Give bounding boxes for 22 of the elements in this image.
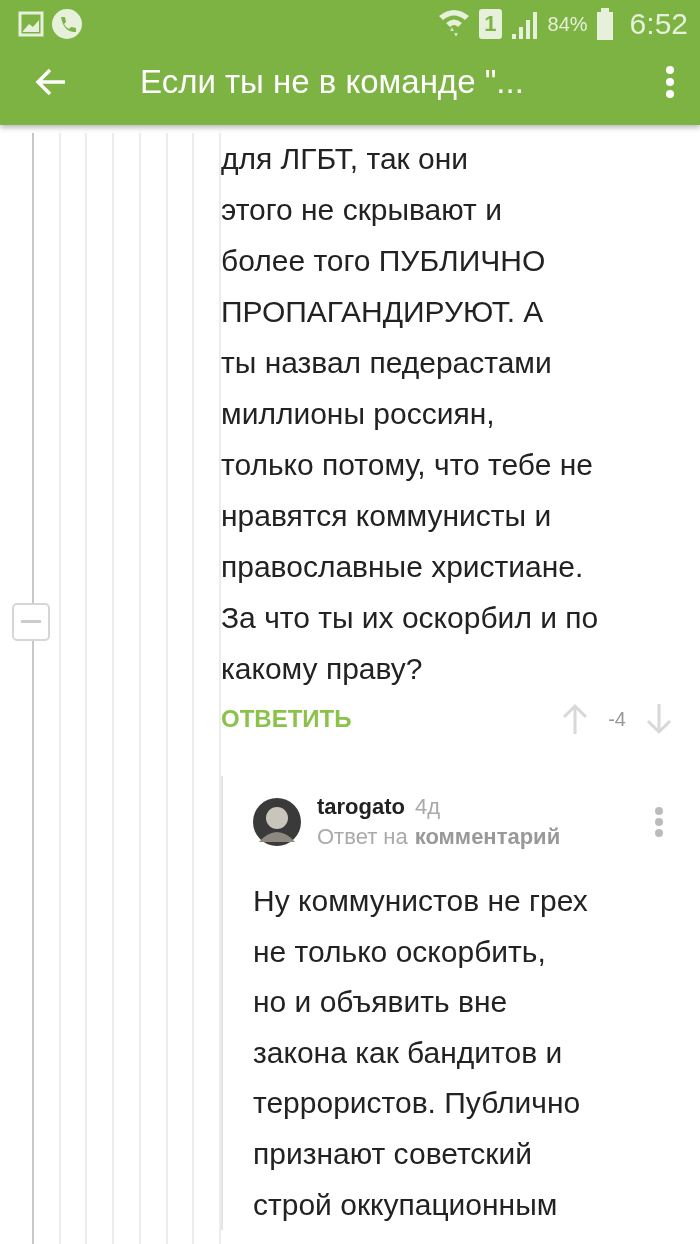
reply-button[interactable]: ОТВЕТИТЬ xyxy=(221,705,352,733)
downvote-button[interactable] xyxy=(646,703,672,735)
gallery-icon xyxy=(18,11,44,37)
author-name[interactable]: tarogato xyxy=(317,794,405,819)
more-button[interactable] xyxy=(654,807,664,837)
sim-badge: 1 xyxy=(479,9,502,39)
collapse-button[interactable] xyxy=(12,603,50,641)
page-title: Если ты не в команде "... xyxy=(140,62,524,101)
comment-text: для ЛГБТ, так они этого не скрывают и более того ПУБЛИЧНО ПРОПАГАНДИРУЮТ. А ты назвал педерастами миллионы россиян, только потому, что тебе не нравятся коммунисты и православные христиане. За что ты их оскорбил и по какому праву? xyxy=(221,141,600,687)
reply-to-label: Ответ на xyxy=(317,824,408,849)
clock: 6:52 xyxy=(629,7,688,41)
upvote-button[interactable] xyxy=(562,703,589,735)
comment-link[interactable]: комментарий xyxy=(414,824,561,849)
rating: -4 xyxy=(608,707,626,731)
battery-icon xyxy=(595,8,614,40)
user-avatar[interactable] xyxy=(253,798,301,846)
phone-icon xyxy=(52,9,82,39)
battery-level: 84% xyxy=(547,12,588,36)
comment-age: 4д xyxy=(415,794,441,819)
menu-button[interactable] xyxy=(664,64,676,99)
comment-text: Ну коммунистов не грех не только оскорбить, но и объявить вне закона как бандитов и террористов. Публично признают советский строй оккупационным xyxy=(253,883,589,1223)
minus-icon xyxy=(21,620,41,624)
